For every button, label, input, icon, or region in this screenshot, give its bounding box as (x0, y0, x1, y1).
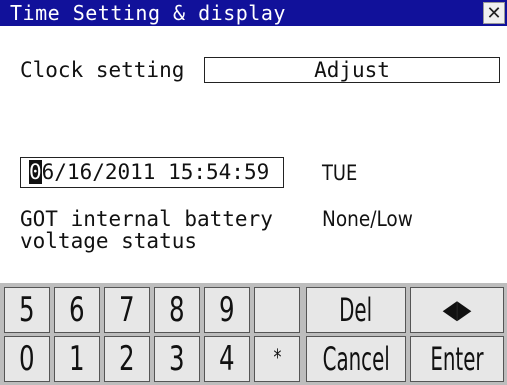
title-bar: Time Setting & display ✕ (0, 0, 507, 26)
key-6[interactable]: 6 (54, 287, 100, 333)
clock-setting-label: Clock setting (20, 58, 185, 82)
time-setting-window: Time Setting & display ✕ Clock setting A… (0, 0, 507, 385)
key-5[interactable]: 5 (4, 287, 50, 333)
key-7[interactable]: 7 (104, 287, 150, 333)
delete-key[interactable]: Del (306, 287, 406, 333)
key-asterisk[interactable]: * (254, 336, 300, 382)
adjust-button[interactable]: Adjust (204, 57, 500, 83)
key-3[interactable]: 3 (154, 336, 200, 382)
key-9[interactable]: 9 (204, 287, 250, 333)
input-cursor: 0 (29, 160, 42, 184)
key-1[interactable]: 1 (54, 336, 100, 382)
weekday-label: TUE (322, 161, 358, 185)
enter-key[interactable]: Enter (410, 336, 504, 382)
keypad: 5 6 7 8 9 Del ◀▶ 0 1 2 3 4 * Cancel Ente… (0, 283, 507, 385)
key-8[interactable]: 8 (154, 287, 200, 333)
battery-status-label-line2: voltage status (20, 229, 198, 253)
key-0[interactable]: 0 (4, 336, 50, 382)
datetime-field[interactable]: 06/16/2011 15:54:59 (20, 157, 284, 188)
close-icon[interactable]: ✕ (483, 2, 505, 24)
key-4[interactable]: 4 (204, 336, 250, 382)
key-blank[interactable] (254, 287, 300, 333)
cancel-key[interactable]: Cancel (306, 336, 406, 382)
left-right-arrow-icon: ◀▶ (442, 295, 472, 325)
datetime-value: 6/16/2011 15:54:59 (41, 160, 270, 184)
window-title: Time Setting & display (10, 1, 286, 25)
cursor-arrows-key[interactable]: ◀▶ (410, 287, 504, 333)
battery-status-value: None/Low (322, 207, 413, 231)
key-2[interactable]: 2 (104, 336, 150, 382)
